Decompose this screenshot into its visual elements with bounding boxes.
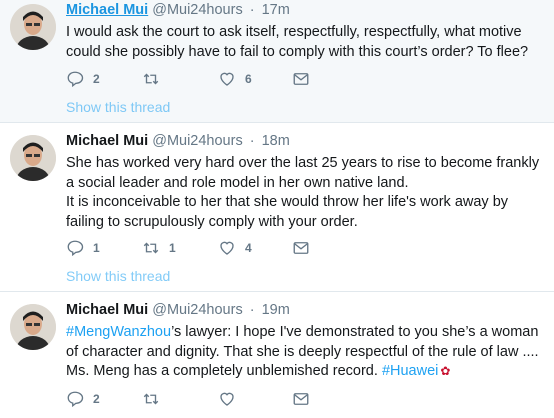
author-handle[interactable]: @Mui24hours [152, 133, 242, 149]
separator: · [249, 302, 255, 318]
tweet-text-line: She has worked very hard over the last 2… [66, 155, 540, 191]
retweet-icon [143, 393, 159, 405]
like-button[interactable]: 4 [218, 239, 252, 257]
retweet-button[interactable] [142, 70, 169, 88]
author-name[interactable]: Michael Mui [66, 2, 148, 18]
retweet-button[interactable] [142, 390, 169, 408]
timestamp[interactable]: 17m [262, 2, 290, 18]
message-icon [293, 242, 309, 254]
avatar[interactable] [10, 135, 56, 181]
author-handle[interactable]: @Mui24hours [152, 302, 242, 318]
avatar[interactable] [10, 4, 56, 50]
author-name[interactable]: Michael Mui [66, 302, 148, 318]
tweet-text-line: It is inconceivable to her that she woul… [66, 194, 509, 230]
avatar-image [10, 135, 56, 181]
tweet-text: #MengWanzhou’s lawyer: I hope I've demon… [66, 323, 546, 382]
reply-button[interactable]: 1 [66, 239, 100, 257]
like-button[interactable] [218, 390, 245, 408]
message-icon [293, 393, 309, 405]
tweet-text-line: I would ask the court to ask itself, res… [66, 24, 529, 60]
retweet-button[interactable]: 1 [142, 239, 176, 257]
reply-icon [67, 391, 84, 408]
timestamp[interactable]: 18m [262, 133, 290, 149]
tweet-text: I would ask the court to ask itself, res… [66, 23, 546, 62]
author-handle[interactable]: @Mui24hours [152, 2, 242, 18]
message-button[interactable] [292, 239, 310, 257]
reply-button[interactable]: 2 [66, 390, 100, 408]
like-count: 6 [245, 72, 252, 86]
avatar-image [10, 4, 56, 50]
separator: · [249, 133, 255, 149]
tweet-3[interactable]: Michael Mui @Mui24hours · 19m #MengWanzh… [0, 292, 554, 418]
hashtag-link[interactable]: #Huawei [382, 363, 438, 379]
tweet-text: She has worked very hard over the last 2… [66, 154, 546, 232]
tweet-2[interactable]: Michael Mui @Mui24hours · 18m She has wo… [0, 123, 554, 292]
avatar-image [10, 304, 56, 350]
message-icon [293, 73, 309, 85]
tweet-actions: 2 6 [66, 70, 366, 90]
like-count: 4 [245, 241, 252, 255]
reply-count: 2 [93, 392, 100, 406]
timestamp[interactable]: 19m [262, 302, 290, 318]
show-thread-link[interactable]: Show this thread [66, 99, 170, 115]
retweet-icon [143, 242, 159, 254]
tweet-actions: 2 [66, 390, 366, 410]
avatar[interactable] [10, 304, 56, 350]
reply-count: 2 [93, 72, 100, 86]
like-button[interactable]: 6 [218, 70, 252, 88]
show-thread-link[interactable]: Show this thread [66, 268, 170, 284]
tweet-actions: 1 1 4 [66, 239, 366, 259]
like-icon [220, 72, 234, 86]
tweet-1[interactable]: Michael Mui @Mui24hours · 17m I would as… [0, 0, 554, 123]
author-name[interactable]: Michael Mui [66, 133, 148, 149]
like-icon [220, 241, 234, 255]
reply-icon [67, 71, 84, 88]
like-icon [220, 392, 234, 406]
huawei-flower-icon: ✿ [440, 364, 451, 378]
reply-count: 1 [93, 241, 100, 255]
tweet-text-line: #MengWanzhou’s lawyer: I hope I've demon… [66, 323, 546, 382]
message-button[interactable] [292, 390, 310, 408]
hashtag-link[interactable]: #MengWanzhou [66, 324, 171, 340]
separator: · [249, 2, 255, 18]
reply-button[interactable]: 2 [66, 70, 100, 88]
retweet-count: 1 [169, 241, 176, 255]
retweet-icon [143, 73, 159, 85]
message-button[interactable] [292, 70, 310, 88]
reply-icon [67, 240, 84, 257]
